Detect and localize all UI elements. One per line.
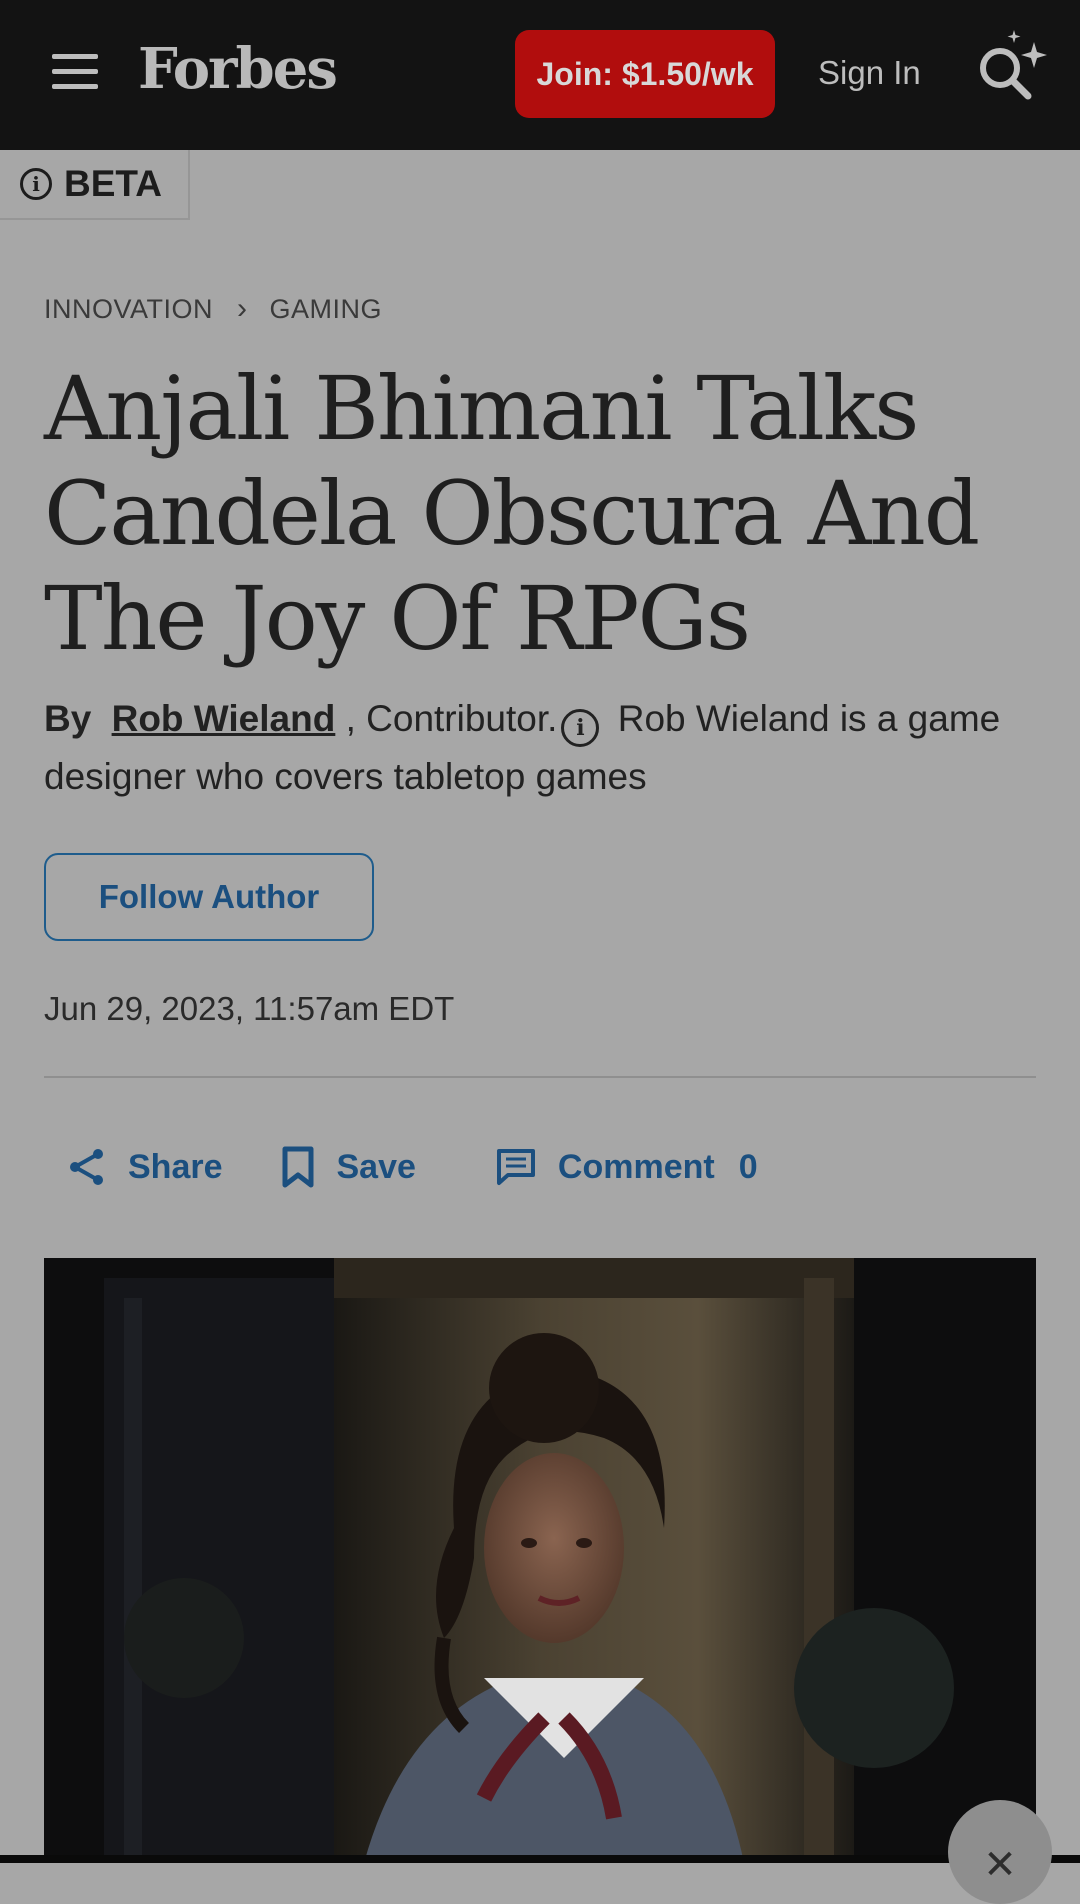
save-button[interactable]: Save xyxy=(281,1146,416,1188)
article-headline: Anjali Bhimani Talks Candela Obscura And… xyxy=(44,357,980,670)
ai-search-icon[interactable] xyxy=(970,28,1050,108)
comment-button[interactable]: Comment 0 xyxy=(496,1148,758,1187)
breadcrumb-innovation[interactable]: INNOVATION xyxy=(44,294,213,325)
share-icon xyxy=(70,1149,103,1185)
author-info-icon[interactable]: i xyxy=(561,709,600,747)
publish-timestamp: Jun 29, 2023, 11:57am EDT xyxy=(44,990,455,1027)
close-overlay-button[interactable]: ✕ xyxy=(948,1800,1052,1904)
chevron-right-icon: › xyxy=(237,292,248,325)
close-icon: ✕ xyxy=(983,1842,1017,1888)
follow-author-button[interactable]: Follow Author xyxy=(44,853,374,941)
join-subscribe-button[interactable]: Join: $1.50/wk xyxy=(515,30,775,118)
breadcrumb-gaming[interactable]: GAMING xyxy=(270,294,383,325)
breadcrumb: INNOVATION › GAMING xyxy=(44,292,382,326)
top-nav-bar: Forbes Join: $1.50/wk Sign In xyxy=(0,0,1080,150)
article-actions: Share Save Comment 0 xyxy=(68,1146,758,1188)
article-hero-image[interactable] xyxy=(44,1258,1036,1863)
bottom-ad-strip xyxy=(0,1855,1080,1863)
author-link[interactable]: Rob Wieland xyxy=(112,698,336,739)
sign-in-link[interactable]: Sign In xyxy=(818,54,921,92)
share-button[interactable]: Share xyxy=(68,1147,223,1187)
comment-count: 0 xyxy=(738,1147,758,1186)
byline: By Rob Wieland , Contributor. i Rob Wiela… xyxy=(44,690,1044,806)
beta-label: BETA xyxy=(64,163,162,204)
comment-label: Comment xyxy=(557,1147,715,1186)
bookmark-icon xyxy=(282,1146,313,1188)
info-icon: i xyxy=(20,168,52,200)
hero-portrait-illustration xyxy=(44,1258,1036,1863)
forbes-logo[interactable]: Forbes xyxy=(138,36,338,102)
by-label: By xyxy=(44,698,92,739)
comment-icon xyxy=(496,1149,535,1185)
author-role: , Contributor. xyxy=(345,698,558,739)
save-label: Save xyxy=(336,1147,416,1186)
hamburger-menu-icon[interactable] xyxy=(52,54,98,90)
divider xyxy=(44,1076,1036,1078)
share-label: Share xyxy=(128,1147,223,1186)
beta-badge[interactable]: i BETA xyxy=(0,150,190,220)
